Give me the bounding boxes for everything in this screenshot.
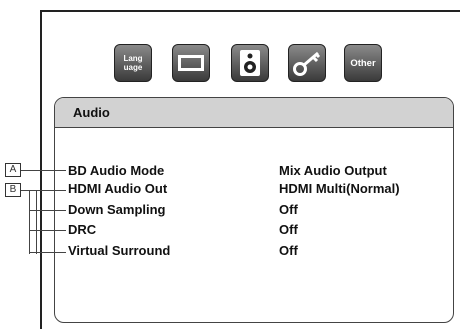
display-icon bbox=[178, 55, 204, 71]
setting-label: HDMI Audio Out bbox=[68, 181, 168, 196]
key-icon bbox=[293, 51, 321, 76]
setting-value: HDMI Multi(Normal) bbox=[279, 181, 400, 196]
bracket-tick-line bbox=[29, 252, 66, 253]
setting-row-down-sampling[interactable]: Down Sampling Off bbox=[0, 202, 460, 220]
language-tab-button[interactable]: Lang uage bbox=[114, 44, 152, 82]
bracket-vertical-line bbox=[36, 190, 37, 254]
setting-label: BD Audio Mode bbox=[68, 163, 165, 178]
callout-b-label: B bbox=[5, 183, 21, 197]
language-tab-label-line1: Lang bbox=[123, 54, 143, 63]
callout-a-label: A bbox=[5, 163, 21, 177]
setting-row-drc[interactable]: DRC Off bbox=[0, 222, 460, 240]
lock-tab-button[interactable] bbox=[288, 44, 326, 82]
speaker-icon bbox=[240, 50, 260, 76]
display-tab-button[interactable] bbox=[172, 44, 210, 82]
setting-label: Virtual Surround bbox=[68, 243, 171, 258]
setting-value: Off bbox=[279, 202, 298, 217]
panel-title: Audio bbox=[55, 98, 453, 128]
bracket-tick-line bbox=[29, 230, 66, 231]
frame-top-border bbox=[40, 10, 460, 12]
setting-row-bd-audio-mode[interactable]: BD Audio Mode Mix Audio Output bbox=[0, 163, 460, 181]
setting-label: Down Sampling bbox=[68, 202, 166, 217]
bracket-tick-line bbox=[29, 210, 66, 211]
setting-row-virtual-surround[interactable]: Virtual Surround Off bbox=[0, 243, 460, 261]
audio-tab-button[interactable] bbox=[231, 44, 269, 82]
other-tab-label: Other bbox=[350, 57, 376, 69]
callout-b-leader-line bbox=[21, 190, 66, 191]
other-tab-button[interactable]: Other bbox=[344, 44, 382, 82]
callout-a-leader-line bbox=[21, 170, 66, 171]
setting-value: Off bbox=[279, 243, 298, 258]
setting-label: DRC bbox=[68, 222, 97, 237]
setting-value: Mix Audio Output bbox=[279, 163, 387, 178]
language-tab-label-line2: uage bbox=[123, 63, 143, 72]
bracket-vertical-line bbox=[29, 190, 30, 254]
setting-value: Off bbox=[279, 222, 298, 237]
setting-row-hdmi-audio-out[interactable]: HDMI Audio Out HDMI Multi(Normal) bbox=[0, 181, 460, 199]
